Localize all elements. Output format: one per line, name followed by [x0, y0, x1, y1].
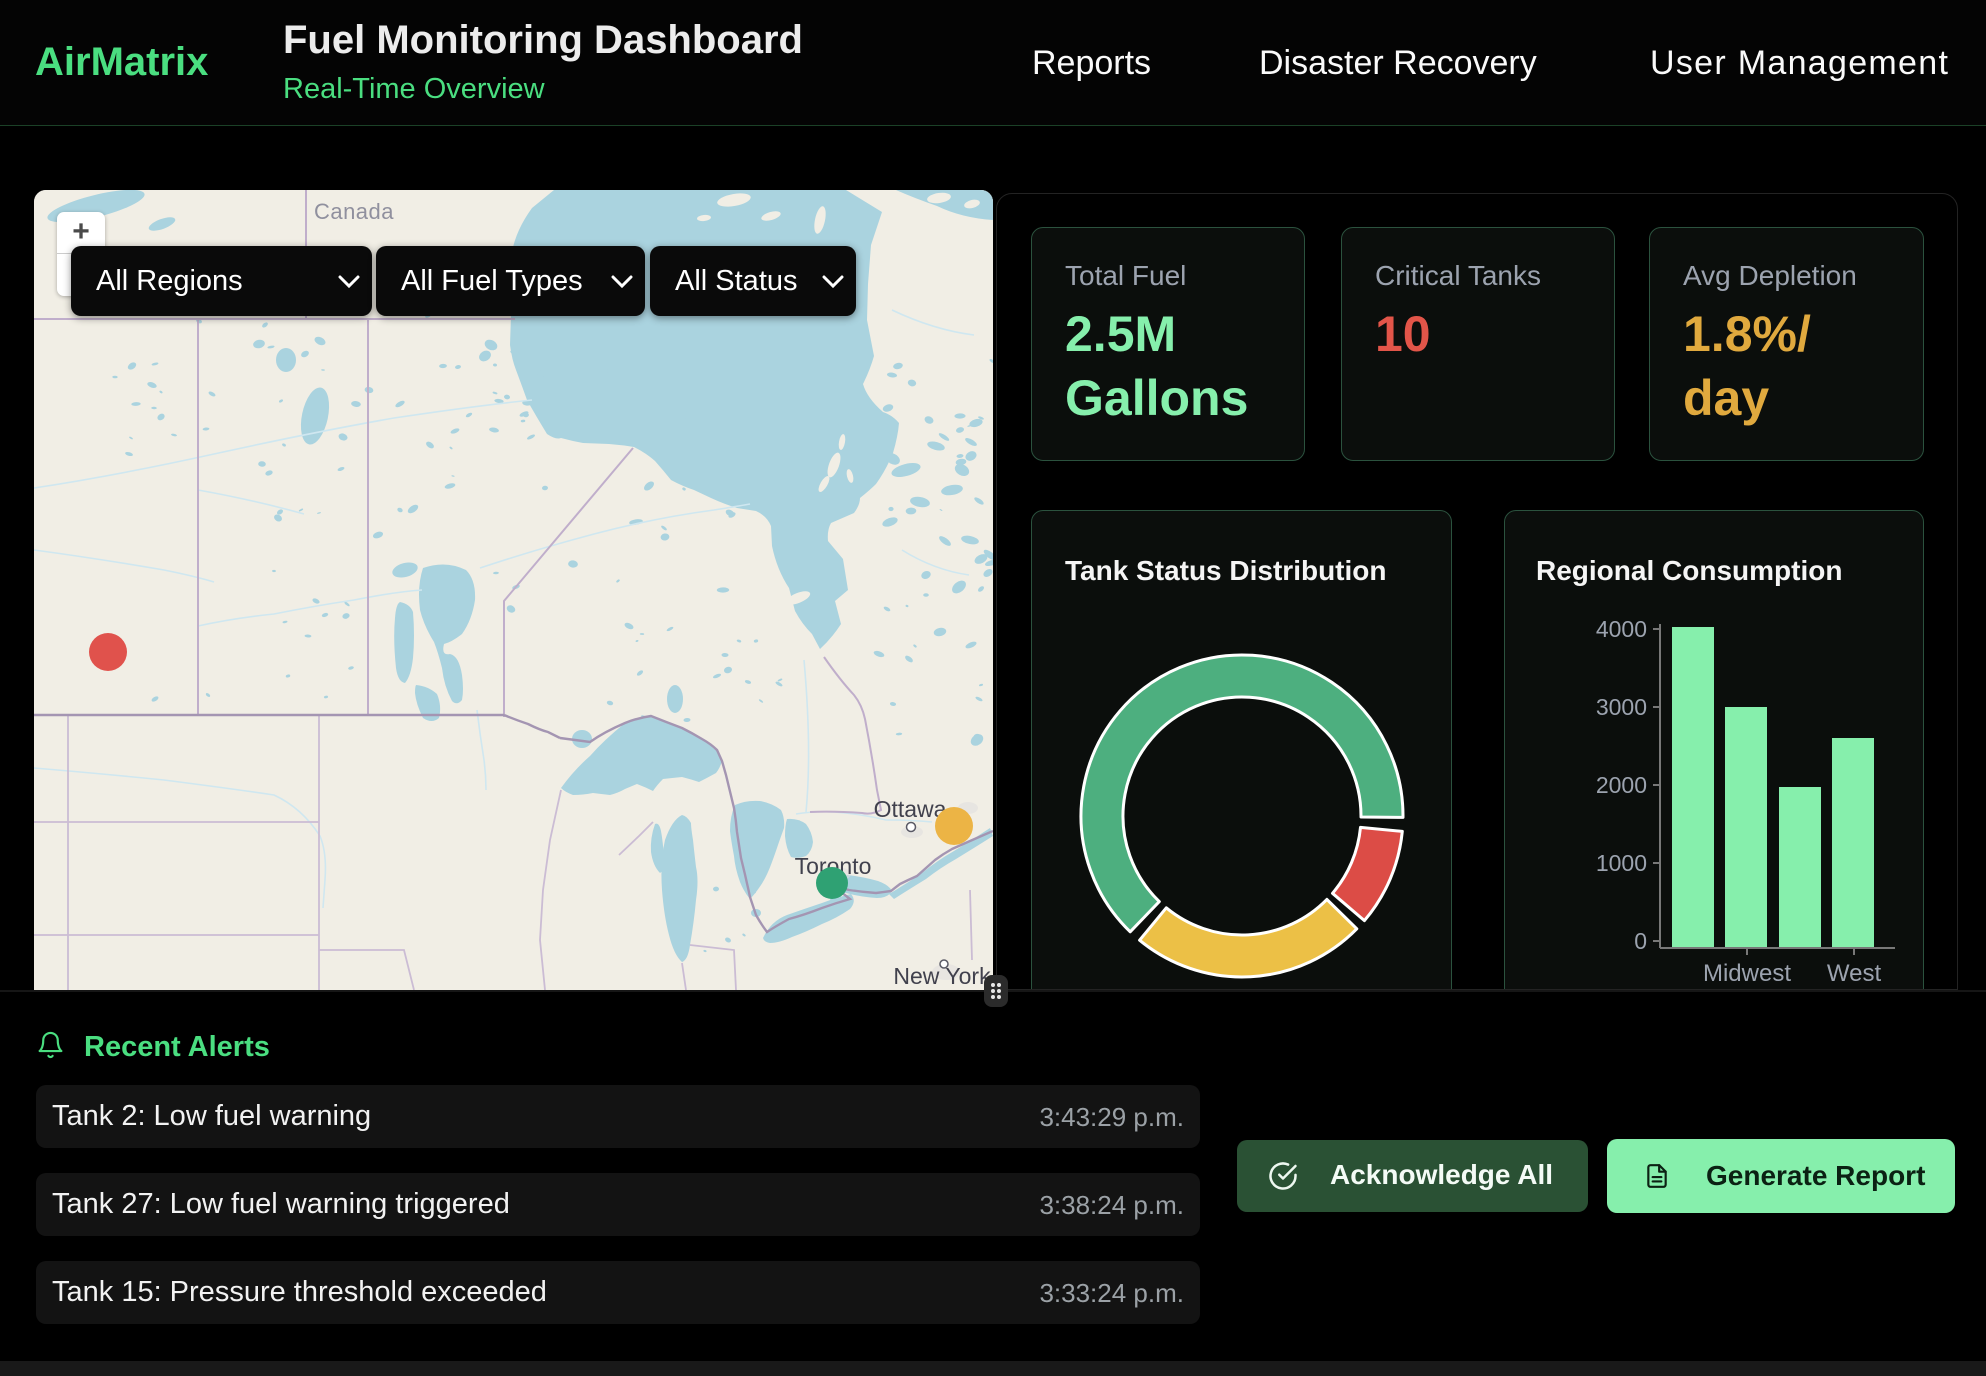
svg-text:West: West	[1827, 960, 1882, 987]
svg-text:1000: 1000	[1596, 850, 1647, 876]
svg-text:3000: 3000	[1596, 694, 1647, 720]
svg-text:Canada: Canada	[314, 199, 394, 224]
svg-text:2000: 2000	[1596, 772, 1647, 798]
svg-text:Midwest: Midwest	[1703, 960, 1791, 987]
svg-text:0: 0	[1634, 928, 1647, 954]
svg-text:Ottawa: Ottawa	[874, 796, 947, 822]
svg-text:4000: 4000	[1596, 616, 1647, 642]
